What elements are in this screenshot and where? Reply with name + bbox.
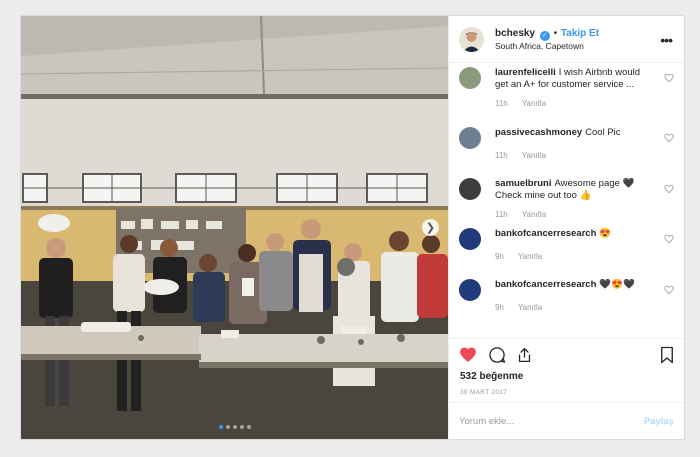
comment-bubble-icon[interactable] xyxy=(488,346,506,364)
comment-username[interactable]: samuelbruni xyxy=(495,178,552,189)
carousel-dot xyxy=(218,425,223,429)
carousel-dot xyxy=(246,425,251,429)
commenter-avatar[interactable] xyxy=(459,228,481,250)
comment-username[interactable]: passivecashmoney xyxy=(495,127,582,138)
comment-meta: 9h Yanıtla xyxy=(495,303,542,312)
bookmark-icon[interactable] xyxy=(660,346,674,364)
reply-button[interactable]: Yanıtla xyxy=(522,151,546,160)
follow-button[interactable]: Takip Et xyxy=(561,28,599,39)
comment-text: passivecashmoney Cool Pic xyxy=(495,127,652,139)
comment-item: laurenfelicelli I wish Airbnb would get a… xyxy=(459,67,674,115)
username-link[interactable]: bchesky xyxy=(495,28,535,39)
commenter-avatar[interactable] xyxy=(459,127,481,149)
post-photo[interactable]: ❯ xyxy=(21,16,448,439)
comment-item: bankofcancerresearch 🖤😍🖤 9h Yanıtla xyxy=(459,279,674,327)
workshop-photo xyxy=(21,16,448,439)
avatar[interactable] xyxy=(459,27,484,52)
carousel-dot xyxy=(225,425,230,429)
carousel-dot xyxy=(232,425,237,429)
comment-time[interactable]: 11h xyxy=(495,210,508,219)
verified-badge-icon: ✓ xyxy=(539,31,550,41)
comment-body: 🖤😍🖤 xyxy=(599,279,635,290)
separator-dot: • xyxy=(553,28,558,39)
comment-text: samuelbruni Awesome page 🖤 Check mine out… xyxy=(495,178,652,202)
comment-body: Cool Pic xyxy=(585,127,621,138)
comment-body: 😍 xyxy=(599,228,612,239)
comment-like-heart-icon[interactable] xyxy=(664,184,674,194)
comment-meta: 9h Yanıtla xyxy=(495,252,542,261)
comment-meta: 11h Yanıtla xyxy=(495,99,546,108)
carousel-dots xyxy=(21,425,448,429)
comment-item: bankofcancerresearch 😍 9h Yanıtla xyxy=(459,228,674,276)
comment-time[interactable]: 9h xyxy=(495,303,504,312)
like-count[interactable]: 532 beğenme xyxy=(460,371,523,382)
comment-text: bankofcancerresearch 🖤😍🖤 xyxy=(495,279,652,291)
commenter-avatar[interactable] xyxy=(459,67,481,89)
comment-input[interactable] xyxy=(459,412,629,430)
reply-button[interactable]: Yanıtla xyxy=(522,99,546,108)
chevron-right-icon: ❯ xyxy=(425,222,436,234)
comment-like-heart-icon[interactable] xyxy=(664,73,674,83)
commenter-avatar[interactable] xyxy=(459,178,481,200)
comment-text: laurenfelicelli I wish Airbnb would get a… xyxy=(495,67,652,91)
comment-text: bankofcancerresearch 😍 xyxy=(495,228,652,240)
commenter-avatar[interactable] xyxy=(459,279,481,301)
comments-list[interactable]: laurenfelicelli I wish Airbnb would get a… xyxy=(449,64,684,336)
next-photo-button[interactable]: ❯ xyxy=(422,219,439,236)
comment-time[interactable]: 11h xyxy=(495,151,508,160)
comment-username[interactable]: bankofcancerresearch xyxy=(495,228,596,239)
location-link[interactable]: South Africa, Capetown xyxy=(495,41,684,52)
comment-like-heart-icon[interactable] xyxy=(664,234,674,244)
add-comment-bar: Paylaş xyxy=(449,402,684,439)
post-side-panel: bchesky ✓ • Takip Et South Africa, Capet… xyxy=(448,16,684,439)
post-comment-button[interactable]: Paylaş xyxy=(644,416,674,427)
like-heart-icon[interactable] xyxy=(459,346,477,363)
comment-meta: 11h Yanıtla xyxy=(495,151,546,160)
carousel-dot xyxy=(239,425,244,429)
profile-photo xyxy=(459,27,484,52)
reply-button[interactable]: Yanıtla xyxy=(518,252,542,261)
comment-like-heart-icon[interactable] xyxy=(664,285,674,295)
comment-like-heart-icon[interactable] xyxy=(664,133,674,143)
more-options-icon[interactable]: ••• xyxy=(660,32,673,48)
post-card: ❯ bchesky ✓ • Takip Et South Africa, Cap… xyxy=(20,15,685,440)
share-icon[interactable] xyxy=(516,346,533,364)
comment-username[interactable]: laurenfelicelli xyxy=(495,67,556,78)
reply-button[interactable]: Yanıtla xyxy=(518,303,542,312)
comment-meta: 11h Yanıtla xyxy=(495,210,546,219)
comment-item: samuelbruni Awesome page 🖤 Check mine out… xyxy=(459,178,674,226)
post-header: bchesky ✓ • Takip Et South Africa, Capet… xyxy=(449,16,684,63)
comment-time[interactable]: 9h xyxy=(495,252,504,261)
reply-button[interactable]: Yanıtla xyxy=(522,210,546,219)
comment-time[interactable]: 11h xyxy=(495,99,508,108)
comment-item: passivecashmoney Cool Pic 11h Yanıtla xyxy=(459,127,674,175)
comment-username[interactable]: bankofcancerresearch xyxy=(495,279,596,290)
post-date: 30 MART 2017 xyxy=(460,389,508,396)
